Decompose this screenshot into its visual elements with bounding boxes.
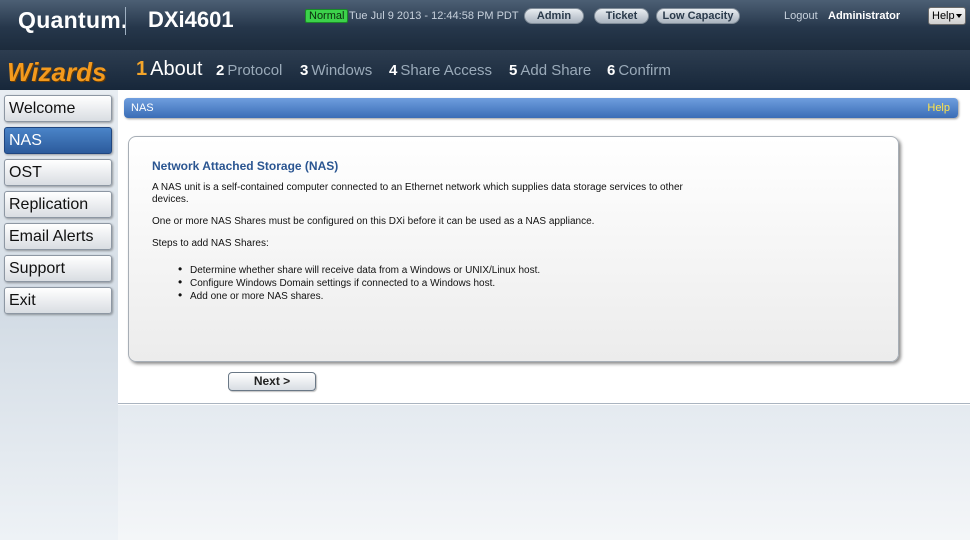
panel-header: NAS Help [124, 98, 958, 118]
wizard-step-about[interactable]: 1 About [136, 58, 202, 81]
list-item: Determine whether share will receive dat… [178, 263, 898, 277]
sidebar-item-replication[interactable]: Replication [4, 191, 112, 218]
step-number: 3 [300, 62, 309, 79]
sidebar-item-welcome[interactable]: Welcome [4, 95, 112, 122]
wizard-step-bar: Wizards 1 About 2 Protocol 3 Windows 4 Share… [0, 50, 970, 90]
info-paragraph: Steps to add NAS Shares: [152, 238, 269, 249]
list-item: Add one or more NAS shares. [178, 289, 898, 303]
wizard-step-windows[interactable]: 3 Windows [300, 62, 372, 79]
help-menu-label: Help [932, 10, 955, 22]
sidebar-item-ost[interactable]: OST [4, 159, 112, 186]
step-label: Share Access [400, 62, 493, 79]
system-datetime: Tue Jul 9 2013 - 12:44:58 PM PDT [349, 10, 519, 22]
step-label: Windows [311, 62, 373, 79]
step-label: Add Share [520, 62, 592, 79]
sidebar-item-nas[interactable]: NAS [4, 127, 112, 154]
info-paragraph: One or more NAS Shares must be configure… [152, 216, 595, 227]
panel-help-link[interactable]: Help [927, 98, 950, 118]
wizard-step-confirm[interactable]: 6 Confirm [607, 62, 671, 79]
step-number: 2 [216, 62, 225, 79]
chevron-down-icon [956, 14, 962, 18]
help-menu[interactable]: Help [928, 7, 966, 25]
step-label: Confirm [618, 62, 671, 79]
info-heading: Network Attached Storage (NAS) [152, 159, 339, 173]
wizard-step-add-share[interactable]: 5 Add Share [509, 62, 591, 79]
admin-alert-button[interactable]: Admin [524, 8, 584, 24]
wizard-sidebar: Welcome NAS OST Replication Email Alerts… [0, 90, 118, 540]
low-capacity-alert-button[interactable]: Low Capacity [656, 8, 740, 24]
nas-info-box: Network Attached Storage (NAS) A NAS uni… [128, 136, 899, 362]
current-user: Administrator [828, 10, 901, 22]
steps-list: Determine whether share will receive dat… [178, 263, 898, 303]
step-number: 5 [509, 62, 518, 79]
sidebar-item-exit[interactable]: Exit [4, 287, 112, 314]
wizards-title: Wizards [7, 57, 107, 87]
next-button[interactable]: Next > [228, 372, 316, 391]
top-header-bar: Quantum. DXi4601 Normal Tue Jul 9 2013 -… [0, 0, 970, 50]
step-number: 1 [136, 58, 148, 80]
status-badge[interactable]: Normal [305, 9, 349, 23]
sidebar-item-email-alerts[interactable]: Email Alerts [4, 223, 112, 250]
info-paragraph: A NAS unit is a self-contained computer … [152, 182, 683, 205]
ticket-alert-button[interactable]: Ticket [594, 8, 649, 24]
quantum-logo: Quantum. [18, 7, 128, 33]
panel-title: NAS [131, 102, 154, 114]
main-content: NAS Help Network Attached Storage (NAS) … [118, 90, 970, 404]
sidebar-item-support[interactable]: Support [4, 255, 112, 282]
step-label: About [150, 58, 203, 80]
background-area [118, 405, 970, 540]
list-item: Configure Windows Domain settings if con… [178, 276, 898, 290]
wizard-step-share-access[interactable]: 4 Share Access [389, 62, 492, 79]
logout-link[interactable]: Logout [784, 10, 818, 22]
logo-divider [125, 7, 126, 35]
model-name: DXi4601 [148, 7, 234, 32]
step-label: Protocol [227, 62, 283, 79]
wizard-step-protocol[interactable]: 2 Protocol [216, 62, 282, 79]
step-number: 4 [389, 62, 398, 79]
step-number: 6 [607, 62, 616, 79]
